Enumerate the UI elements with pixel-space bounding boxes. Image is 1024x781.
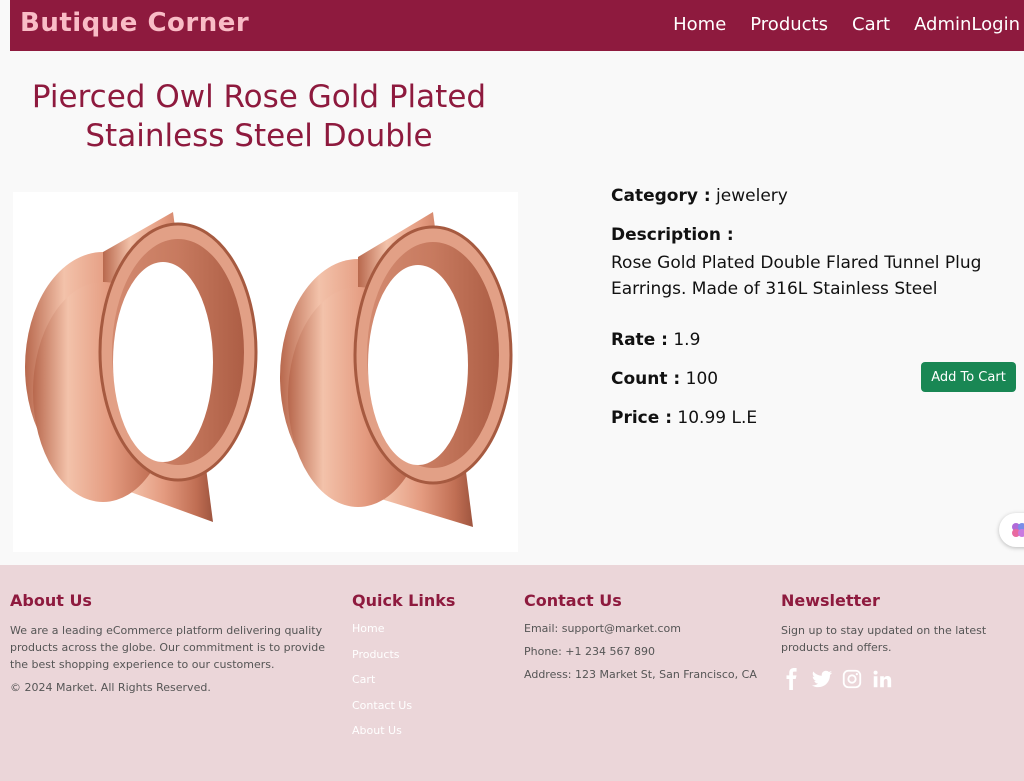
quick-links-heading: Quick Links — [352, 591, 456, 610]
description-text: Rose Gold Plated Double Flared Tunnel Pl… — [611, 253, 982, 299]
footer-link-about-us[interactable]: About Us — [352, 724, 502, 750]
contact-address: Address: 123 Market St, San Francisco, C… — [524, 668, 757, 681]
contact-heading: Contact Us — [524, 591, 622, 610]
category-row: Category : jewelery — [611, 186, 788, 206]
about-text: We are a leading eCommerce platform deli… — [10, 624, 325, 671]
facebook-icon[interactable] — [781, 668, 803, 690]
contact-email: Email: support@market.com — [524, 622, 681, 635]
add-to-cart-button[interactable]: Add To Cart — [921, 362, 1016, 392]
flower-icon — [1012, 523, 1024, 537]
copyright-text: © 2024 Market. All Rights Reserved. — [10, 681, 211, 694]
footer-link-cart[interactable]: Cart — [352, 673, 502, 699]
product-title: Pierced Owl Rose Gold Plated Stainless S… — [31, 79, 487, 154]
floating-widget-tab[interactable] — [999, 513, 1024, 547]
brand-logo[interactable]: Butique Corner — [20, 8, 249, 38]
rate-label: Rate : — [611, 330, 668, 350]
footer-contact: Contact Us Email: support@market.com Pho… — [524, 591, 769, 691]
count-label: Count : — [611, 369, 681, 389]
category-label: Category : — [611, 186, 711, 206]
price-value: 10.99 L.E — [677, 408, 758, 428]
footer-newsletter: Newsletter Sign up to stay updated on th… — [781, 591, 1001, 690]
price-row: Price : 10.99 L.E — [611, 408, 757, 428]
nav-cart-link[interactable]: Cart — [852, 14, 890, 35]
linkedin-icon[interactable] — [871, 668, 893, 690]
rose-gold-tunnel-plugs-image — [25, 212, 513, 527]
count-row: Count : 100 — [611, 369, 718, 389]
navbar: Butique Corner Home Products Cart AdminL… — [10, 0, 1024, 51]
contact-phone: Phone: +1 234 567 890 — [524, 645, 655, 658]
price-label: Price : — [611, 408, 672, 428]
description-label: Description : — [611, 225, 734, 245]
nav-home-link[interactable]: Home — [673, 14, 726, 35]
footer-link-home[interactable]: Home — [352, 622, 502, 648]
description-label-text: Description : — [611, 225, 734, 245]
product-image — [13, 192, 518, 552]
footer-link-contact-us[interactable]: Contact Us — [352, 699, 502, 725]
category-value: jewelery — [716, 186, 788, 206]
social-icons — [781, 668, 1001, 690]
count-value: 100 — [685, 369, 719, 389]
footer-link-products[interactable]: Products — [352, 648, 502, 674]
newsletter-text: Sign up to stay updated on the latest pr… — [781, 624, 987, 654]
rate-row: Rate : 1.9 — [611, 330, 700, 350]
footer-about: About Us We are a leading eCommerce plat… — [10, 591, 325, 696]
rate-value: 1.9 — [673, 330, 701, 350]
nav-products-link[interactable]: Products — [750, 14, 828, 35]
footer: About Us We are a leading eCommerce plat… — [0, 565, 1024, 781]
footer-quick-links: Quick Links Home Products Cart Contact U… — [352, 591, 502, 750]
nav-links: Home Products Cart AdminLogin — [649, 14, 1020, 35]
instagram-icon[interactable] — [841, 668, 863, 690]
twitter-icon[interactable] — [811, 668, 833, 690]
nav-admin-login-link[interactable]: AdminLogin — [914, 14, 1020, 35]
newsletter-heading: Newsletter — [781, 591, 880, 610]
about-heading: About Us — [10, 591, 92, 610]
